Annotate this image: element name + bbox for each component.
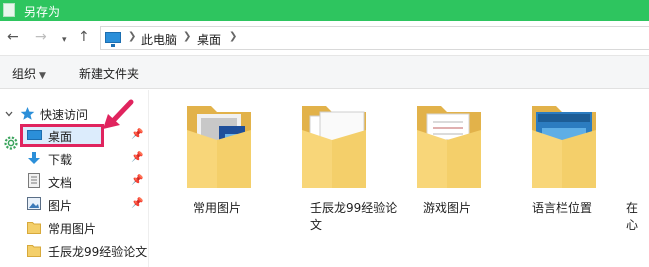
recent-locations-icon[interactable]: ▾	[62, 32, 67, 48]
folder-name: 语言栏位置	[531, 201, 592, 215]
organize-label: 组织	[12, 67, 37, 81]
sidebar-item-documents[interactable]: 文档 📌	[0, 171, 148, 193]
breadcrumb-this-pc[interactable]: 此电脑	[141, 31, 177, 48]
folder-item[interactable]: 游戏图片	[397, 100, 497, 215]
star-icon	[20, 107, 35, 120]
pin-icon[interactable]: 📌	[131, 175, 143, 186]
folder-name: 在心	[626, 201, 639, 232]
pin-icon[interactable]: 📌	[131, 198, 143, 209]
this-pc-icon	[105, 32, 121, 47]
picture-icon	[27, 197, 41, 210]
chevron-right-icon[interactable]: ❯	[183, 31, 191, 42]
sidebar-item-experience-papers[interactable]: 壬辰龙99经验论文	[0, 240, 148, 262]
chevron-down-icon[interactable]	[5, 110, 13, 118]
navigation-bar: ← → ▾ ↑ ❯ 此电脑 ❯ 桌面 ❯	[0, 22, 649, 54]
forward-arrow-icon[interactable]: →	[35, 29, 47, 45]
title-bar: 另存为	[0, 0, 649, 21]
chevron-right-icon[interactable]: ❯	[128, 31, 136, 42]
window-title: 另存为	[24, 5, 61, 19]
app-icon	[3, 3, 15, 17]
sidebar-item-common-pictures[interactable]: 常用图片	[0, 217, 148, 239]
sidebar-item-downloads[interactable]: 下载 📌	[0, 148, 148, 170]
address-bar[interactable]: ❯ 此电脑 ❯ 桌面 ❯	[100, 26, 649, 50]
folder-icon	[302, 106, 366, 188]
back-arrow-icon[interactable]: ←	[7, 29, 19, 45]
pin-icon[interactable]: 📌	[131, 152, 143, 163]
folder-name: 游戏图片	[422, 201, 471, 215]
chevron-down-icon: ▼	[39, 71, 46, 81]
command-bar: 组织 ▼ 新建文件夹	[0, 55, 649, 89]
desktop-icon	[27, 130, 42, 140]
breadcrumb-desktop[interactable]: 桌面	[197, 31, 221, 48]
download-icon	[28, 152, 40, 164]
folder-icon	[187, 106, 251, 188]
folder-icon	[532, 106, 596, 188]
folder-item[interactable]: 在心	[615, 100, 649, 240]
sidebar-item-label: 壬辰龙99经验论文	[48, 245, 148, 259]
folder-item[interactable]: 常用图片	[167, 100, 267, 215]
folder-icon	[27, 222, 41, 234]
sidebar-item-label: 常用图片	[48, 222, 97, 236]
sidebar-item-pictures[interactable]: 图片 📌	[0, 194, 148, 216]
chevron-right-icon[interactable]: ❯	[229, 31, 237, 42]
document-icon	[28, 173, 40, 188]
up-arrow-icon[interactable]: ↑	[78, 29, 90, 45]
folder-name: 常用图片	[192, 201, 241, 215]
quick-access-label: 快速访问	[40, 108, 89, 122]
sidebar-item-label: 桌面	[48, 130, 73, 144]
annotation-arrow	[103, 99, 134, 129]
sidebar-item-label: 下载	[48, 153, 73, 167]
folder-item[interactable]: 壬辰龙99经验论文	[282, 100, 397, 232]
folder-icon	[27, 245, 41, 257]
organize-button[interactable]: 组织 ▼	[12, 65, 46, 82]
folder-icon	[417, 106, 481, 188]
sidebar-item-label: 图片	[48, 199, 73, 213]
folder-item[interactable]: 语言栏位置	[512, 100, 612, 215]
sidebar-item-label: 文档	[48, 176, 73, 190]
new-folder-button[interactable]: 新建文件夹	[79, 65, 139, 82]
file-list: 常用图片 壬辰龙99经验论文 游戏图片 语言栏位置 在 心	[150, 90, 649, 267]
folder-name: 壬辰龙99经验论文	[310, 201, 398, 232]
